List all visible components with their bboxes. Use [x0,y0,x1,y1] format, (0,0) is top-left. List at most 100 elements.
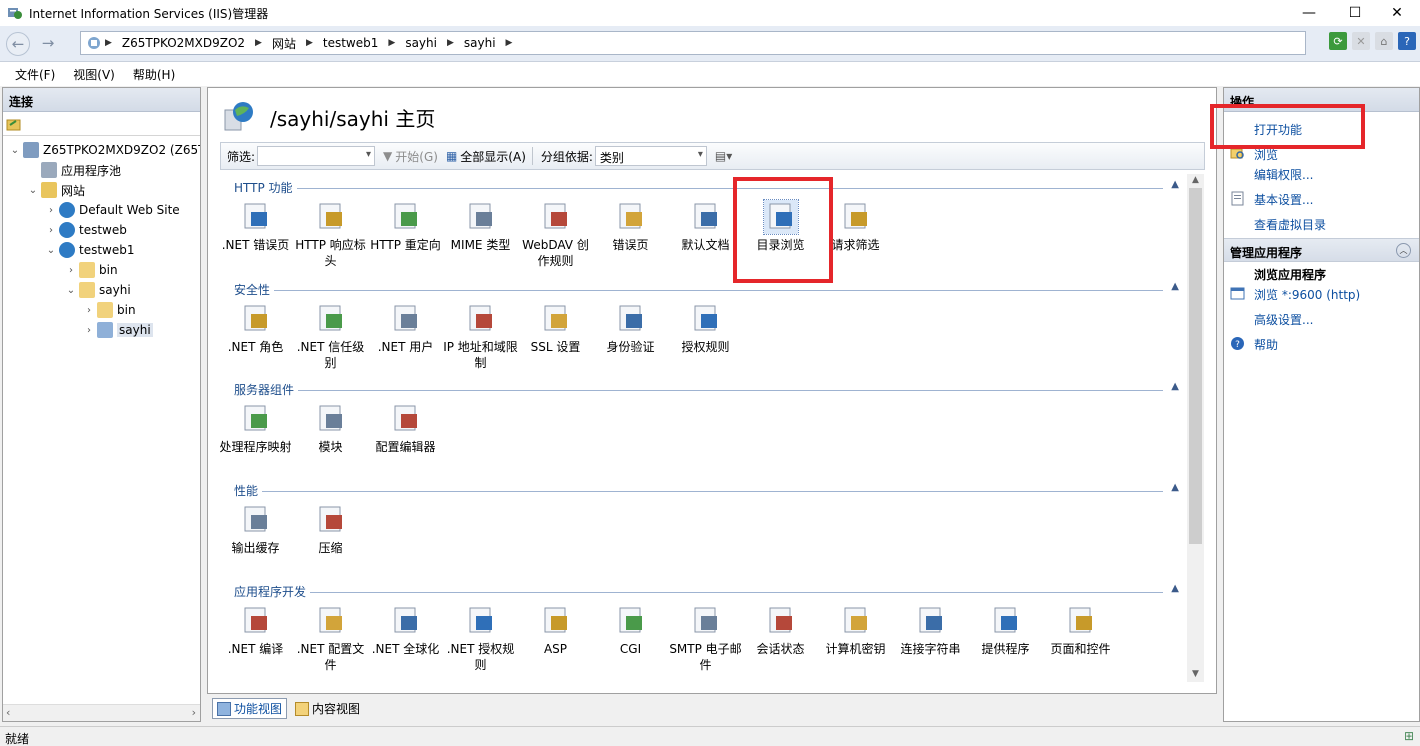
feature-item[interactable]: .NET 编译 [220,604,293,657]
feature-item[interactable]: .NET 信任级别 [293,302,368,371]
feature-item[interactable]: 计算机密钥 [818,604,893,657]
feature-item[interactable]: 处理程序映射 [220,402,293,455]
feature-item[interactable]: SMTP 电子邮件 [668,604,743,673]
close-button[interactable]: ✕ [1374,0,1420,26]
feature-group-header[interactable]: 性能 ▲ [220,480,1185,500]
scroll-left-icon[interactable]: ‹ [6,706,10,719]
forward-button[interactable]: → [36,32,60,56]
scroll-thumb[interactable] [1189,188,1202,544]
feature-item[interactable]: 请求筛选 [818,200,893,253]
connect-icon[interactable] [6,116,22,132]
breadcrumb-sayhi[interactable]: sayhi [405,36,437,50]
help-link[interactable]: 帮助 [1254,336,1278,353]
feature-item[interactable]: .NET 全球化 [368,604,443,657]
feature-item[interactable]: 提供程序 [968,604,1043,657]
home-icon[interactable]: ⌂ [1375,32,1393,50]
collapse-group-icon[interactable]: ▲ [1171,583,1179,594]
view-virtual-dirs-link[interactable]: 查看虚拟目录 [1254,216,1326,233]
feature-item[interactable]: CGI [593,604,668,657]
feature-item[interactable]: 输出缓存 [220,503,293,556]
feature-item[interactable]: 授权规则 [668,302,743,355]
scroll-up-icon[interactable]: ▲ [1189,175,1202,187]
feature-item[interactable]: MIME 类型 [443,200,518,253]
filter-input[interactable] [257,146,376,166]
vertical-scrollbar[interactable]: ▲ ▼ [1187,174,1204,682]
group-by-select[interactable]: 类别 [594,146,707,166]
refresh-icon[interactable]: ⟳ [1329,32,1347,50]
tree-node[interactable]: ⌄ sayhi [65,280,131,300]
breadcrumb-sites[interactable]: 网站 [272,35,296,52]
menu-view[interactable]: 视图(V) [64,66,124,83]
expand-toggle-icon[interactable]: › [83,325,95,336]
expand-toggle-icon[interactable]: › [83,305,95,316]
manage-application-section[interactable]: 管理应用程序 ︿ [1224,238,1419,262]
address-path[interactable]: ▶ Z65TPKO2MXD9ZO2 ▶ 网站 ▶ testweb1 ▶ sayh… [80,31,1306,55]
feature-item[interactable]: 页面和控件 [1043,604,1118,657]
menu-file[interactable]: 文件(F) [6,66,64,83]
expand-toggle-icon[interactable]: › [65,265,77,276]
tree-node[interactable]: › bin [83,300,136,320]
edit-permissions-link[interactable]: 编辑权限... [1254,166,1313,183]
feature-item[interactable]: 连接字符串 [893,604,968,657]
tree-node[interactable]: 应用程序池 [27,160,121,180]
feature-item[interactable]: SSL 设置 [518,302,593,355]
feature-item[interactable]: WebDAV 创作规则 [518,200,593,269]
expand-toggle-icon[interactable]: ⌄ [9,145,21,156]
feature-item[interactable]: ASP [518,604,593,657]
tab-features-view[interactable]: 功能视图 [212,698,288,719]
tab-content-view[interactable]: 内容视图 [291,698,364,719]
collapse-icon[interactable]: ︿ [1396,243,1411,258]
scroll-right-icon[interactable]: › [192,706,196,719]
expand-toggle-icon[interactable]: ⌄ [45,245,57,256]
feature-item[interactable]: 模块 [293,402,368,455]
stop-icon[interactable]: ✕ [1352,32,1370,50]
collapse-group-icon[interactable]: ▲ [1171,482,1179,493]
tree-node[interactable]: › bin [65,260,118,280]
open-feature-link[interactable]: 打开功能 [1254,121,1302,138]
breadcrumb-sayhi-app[interactable]: sayhi [464,36,496,50]
minimize-button[interactable]: — [1286,0,1332,26]
expand-toggle-icon[interactable]: ⌄ [27,185,39,196]
help-icon[interactable]: ? [1398,32,1416,50]
collapse-group-icon[interactable]: ▲ [1171,179,1179,190]
feature-item[interactable]: 压缩 [293,503,368,556]
maximize-button[interactable]: ☐ [1332,0,1378,26]
collapse-group-icon[interactable]: ▲ [1171,381,1179,392]
tree-node[interactable]: ⌄ testweb1 [45,240,135,260]
feature-item[interactable]: .NET 用户 [368,302,443,355]
feature-item[interactable]: .NET 授权规则 [443,604,518,673]
browse-port-link[interactable]: 浏览 *:9600 (http) [1254,286,1360,303]
feature-group-header[interactable]: 服务器组件 ▲ [220,379,1185,399]
feature-item[interactable]: 配置编辑器 [368,402,443,455]
back-button[interactable]: ← [6,32,30,56]
feature-group-header[interactable]: 安全性 ▲ [220,279,1185,299]
tree-node[interactable]: › testweb [45,220,127,240]
collapse-group-icon[interactable]: ▲ [1171,281,1179,292]
feature-item[interactable]: HTTP 响应标头 [293,200,368,269]
start-filter-button[interactable]: ▼ 开始(G) [383,148,438,165]
feature-item[interactable]: 身份验证 [593,302,668,355]
breadcrumb-testweb1[interactable]: testweb1 [323,36,379,50]
feature-item[interactable]: IP 地址和域限制 [443,302,518,371]
feature-group-header[interactable]: 应用程序开发 ▲ [220,581,1185,601]
view-mode-icon[interactable]: ▤▾ [715,149,732,163]
expand-toggle-icon[interactable]: › [45,205,57,216]
tree-node[interactable]: › sayhi [83,320,153,340]
feature-item[interactable]: .NET 错误页 [220,200,293,253]
show-all-button[interactable]: ▦ 全部显示(A) [446,148,526,165]
advanced-settings-link[interactable]: 高级设置... [1254,311,1313,328]
expand-toggle-icon[interactable]: › [45,225,57,236]
feature-group-header[interactable]: HTTP 功能 ▲ [220,177,1185,197]
tree-node[interactable]: ⌄ Z65TPKO2MXD9ZO2 (Z65TPKO2MXD9ZO2\ [9,140,200,160]
feature-item[interactable]: 目录浏览 [743,199,818,253]
feature-item[interactable]: 会话状态 [743,604,818,657]
basic-settings-link[interactable]: 基本设置... [1254,191,1313,208]
tree-node[interactable]: › Default Web Site [45,200,180,220]
feature-item[interactable]: 默认文档 [668,200,743,253]
breadcrumb-server[interactable]: Z65TPKO2MXD9ZO2 [122,36,245,50]
tree-node[interactable]: ⌄ 网站 [27,180,85,200]
expand-toggle-icon[interactable]: ⌄ [65,285,77,296]
explore-link[interactable]: 浏览 [1254,146,1278,163]
horizontal-scrollbar[interactable]: ‹ › [3,704,200,721]
feature-item[interactable]: HTTP 重定向 [368,200,443,253]
